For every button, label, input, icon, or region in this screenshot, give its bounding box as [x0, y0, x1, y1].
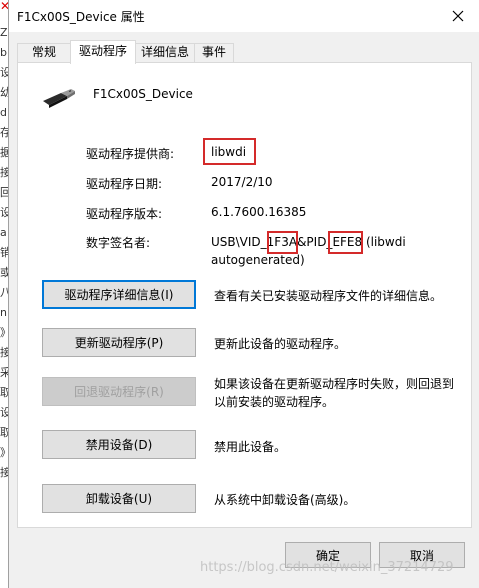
signer-text: &PID_: [297, 235, 333, 249]
date-value: 2017/2/10: [211, 175, 273, 189]
watermark: https://blog.csdn.net/weixin_37214729: [200, 560, 454, 575]
version-label: 驱动程序版本:: [86, 207, 163, 221]
signer-text: autogenerated): [211, 253, 305, 267]
driver-details-desc: 查看有关已安装驱动程序文件的详细信息。: [214, 289, 443, 303]
dialog-title: F1Cx00S_Device 属性: [17, 10, 145, 24]
date-label: 驱动程序日期:: [86, 177, 163, 191]
update-driver-desc: 更新此设备的驱动程序。: [214, 337, 347, 351]
driver-tab-panel: F1Cx00S_Device 驱动程序提供商: libwdi 驱动程序日期: 2…: [17, 62, 472, 528]
properties-dialog: F1Cx00S_Device 属性 常规 驱动程序 详细信息 事件 F1Cx00…: [8, 0, 479, 588]
tab-general[interactable]: 常规: [17, 43, 71, 62]
rollback-driver-desc: 以前安装的驱动程序。: [214, 395, 335, 409]
close-icon: [452, 10, 464, 22]
uninstall-device-button[interactable]: 卸载设备(U): [42, 484, 196, 513]
device-name: F1Cx00S_Device: [93, 87, 193, 101]
signer-value: USB\VID_1F3A&PID_EFE8 (libwdi autogenera…: [211, 233, 406, 269]
uninstall-device-desc: 从系统中卸载设备(高级)。: [214, 493, 356, 507]
signer-pid: EFE8: [332, 235, 363, 249]
provider-value: libwdi: [211, 145, 247, 159]
disable-device-desc: 禁用此设备。: [214, 440, 287, 454]
driver-details-button[interactable]: 驱动程序详细信息(I): [42, 280, 196, 309]
signer-vid: 1F3A: [266, 235, 298, 249]
update-driver-button[interactable]: 更新驱动程序(P): [42, 328, 196, 357]
title-bar[interactable]: F1Cx00S_Device 属性: [9, 0, 479, 32]
rollback-driver-desc: 如果该设备在更新驱动程序时失败，则回退到: [214, 377, 455, 391]
rollback-driver-button: 回退驱动程序(R): [42, 377, 196, 406]
usb-plug-icon: [43, 89, 75, 108]
provider-label: 驱动程序提供商:: [86, 147, 175, 161]
signer-text: USB\VID_: [211, 235, 267, 249]
tab-driver[interactable]: 驱动程序: [70, 40, 136, 64]
version-value: 6.1.7600.16385: [211, 205, 307, 219]
signer-label: 数字签名者:: [86, 236, 151, 250]
close-button[interactable]: [441, 2, 475, 30]
tab-events[interactable]: 事件: [194, 43, 234, 62]
signer-text: (libwdi: [362, 235, 406, 249]
disable-device-button[interactable]: 禁用设备(D): [42, 430, 196, 459]
tab-details[interactable]: 详细信息: [135, 43, 195, 62]
